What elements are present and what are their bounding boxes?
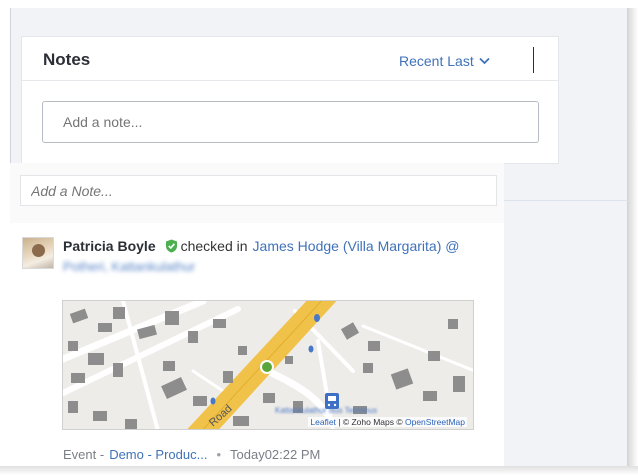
- map-attribution: Leaflet | © Zoho Maps © OpenStreetMap: [308, 417, 467, 427]
- notes-card: Notes Recent Last: [21, 36, 559, 164]
- entry-headline: Patricia Boyle checked in James Hodge (V…: [63, 238, 459, 254]
- entry-timestamp: Today02:22 PM: [230, 447, 321, 462]
- notes-header: Notes Recent Last: [22, 37, 558, 81]
- note-input[interactable]: [42, 101, 539, 143]
- app-frame: Notes Recent Last Patricia Boyle checke: [0, 0, 638, 475]
- entry-footer: Event - Demo - Produc... • Today02:22 PM: [63, 447, 320, 462]
- add-note-input[interactable]: [20, 175, 497, 206]
- section-divider: [504, 200, 628, 201]
- person-name[interactable]: Patricia Boyle: [63, 238, 156, 254]
- avatar[interactable]: [22, 237, 54, 269]
- window-shadow-bottom: [0, 466, 638, 475]
- leaflet-link[interactable]: Leaflet: [310, 417, 336, 427]
- attribution-text: | © Zoho Maps ©: [335, 417, 405, 427]
- checkin-action-text: checked in: [180, 238, 248, 254]
- map-place-label: Kattankulathur Bus Terminus: [275, 406, 377, 415]
- activity-timeline: Patricia Boyle checked in James Hodge (V…: [10, 163, 504, 466]
- openstreetmap-link[interactable]: OpenStreetMap: [405, 417, 465, 427]
- location-link[interactable]: James Hodge (Villa Margarita) @: [253, 238, 460, 254]
- event-link[interactable]: Demo - Produc...: [109, 447, 207, 462]
- entry-type-label: Event -: [63, 447, 105, 462]
- header-divider: [533, 47, 534, 73]
- location-map[interactable]: Road Kattankulathur Bus Terminus Leaflet…: [62, 300, 474, 430]
- window-shadow-right: [628, 8, 638, 468]
- footer-separator: •: [216, 447, 222, 462]
- chevron-down-icon: [479, 57, 490, 65]
- checkin-entry: Patricia Boyle checked in James Hodge (V…: [10, 223, 504, 466]
- location-detail-link[interactable]: Potheri, Kattankulathur: [63, 259, 195, 274]
- map-tiles: Road Kattankulathur Bus Terminus: [63, 301, 473, 429]
- notes-title: Notes: [43, 50, 91, 69]
- checkin-location-marker: [260, 360, 274, 374]
- sort-order-dropdown[interactable]: Recent Last: [399, 53, 490, 69]
- sort-order-label: Recent Last: [399, 53, 474, 69]
- verified-shield-icon: [165, 239, 177, 253]
